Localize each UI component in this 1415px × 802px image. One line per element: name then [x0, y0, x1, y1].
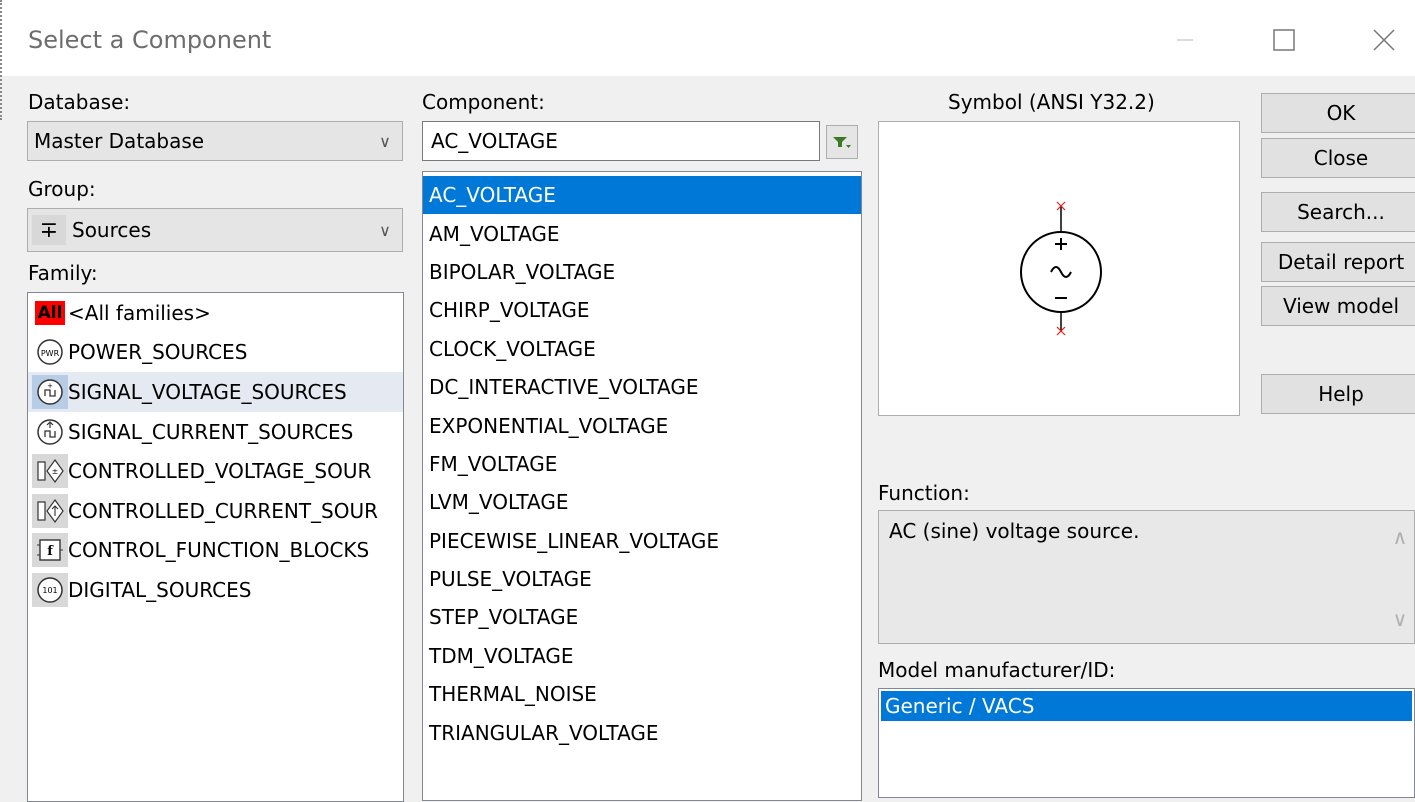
function-label: Function:: [878, 481, 970, 505]
pwr-icon-text: PWR: [41, 349, 60, 358]
function-description: AC (sine) voltage source. ∧ ∨: [878, 510, 1415, 644]
digital-source-icon: 101: [32, 572, 68, 607]
family-item-label: CONTROLLED_CURRENT_SOUR: [68, 498, 379, 523]
component-input-value: AC_VOLTAGE: [431, 129, 558, 153]
list-item[interactable]: ± CONTROLLED_VOLTAGE_SOUR: [28, 451, 403, 491]
family-list[interactable]: All <All families> PWR POWER_SOURCES + S…: [27, 292, 404, 802]
database-select[interactable]: Master Database ∨: [27, 121, 403, 161]
close-button[interactable]: Close: [1261, 138, 1415, 178]
minimize-icon: [1177, 39, 1193, 41]
chevron-down-icon: ∨: [379, 131, 391, 151]
list-item[interactable]: BIPOLAR_VOLTAGE: [423, 253, 861, 291]
view-model-button[interactable]: View model: [1261, 286, 1415, 326]
close-icon: [1373, 29, 1395, 51]
chevron-down-icon: ∨: [379, 220, 391, 240]
list-item[interactable]: AM_VOLTAGE: [423, 214, 861, 252]
title-bar: Select a Component: [0, 0, 1415, 120]
list-item[interactable]: CONTROLLED_CURRENT_SOUR: [28, 491, 403, 531]
search-button[interactable]: Search...: [1261, 192, 1415, 232]
family-item-label: CONTROL_FUNCTION_BLOCKS: [68, 538, 370, 563]
list-item[interactable]: PIECEWISE_LINEAR_VOLTAGE: [423, 522, 861, 560]
list-item[interactable]: THERMAL_NOISE: [423, 675, 861, 713]
list-item[interactable]: + SIGNAL_VOLTAGE_SOURCES: [28, 372, 403, 412]
model-list[interactable]: Generic / VACS: [878, 688, 1415, 798]
function-block-icon: f: [32, 533, 68, 568]
list-item[interactable]: SIGNAL_CURRENT_SOURCES: [28, 412, 403, 452]
family-item-label: DIGITAL_SOURCES: [68, 577, 252, 602]
signal-current-icon: [32, 415, 68, 449]
family-item-label: SIGNAL_CURRENT_SOURCES: [68, 419, 354, 444]
component-input[interactable]: AC_VOLTAGE: [422, 121, 820, 161]
list-item[interactable]: CHIRP_VOLTAGE: [423, 291, 861, 329]
all-families-icon: All: [32, 296, 68, 330]
component-list[interactable]: AC_VOLTAGE AM_VOLTAGE BIPOLAR_VOLTAGE CH…: [422, 171, 862, 801]
list-item[interactable]: AC_VOLTAGE: [423, 176, 861, 215]
list-item[interactable]: TDM_VOLTAGE: [423, 637, 861, 675]
family-label: Family:: [28, 261, 98, 285]
family-item-label: CONTROLLED_VOLTAGE_SOUR: [68, 459, 372, 484]
group-value: Sources: [72, 218, 152, 242]
chevron-up-icon[interactable]: ∧: [1386, 525, 1414, 549]
database-label: Database:: [28, 90, 131, 114]
function-text: AC (sine) voltage source.: [889, 519, 1140, 543]
list-item[interactable]: DC_INTERACTIVE_VOLTAGE: [423, 368, 861, 406]
svg-text:±: ±: [52, 467, 59, 476]
filter-button[interactable]: [826, 125, 858, 159]
list-item[interactable]: EXPONENTIAL_VOLTAGE: [423, 406, 861, 444]
model-label: Model manufacturer/ID:: [878, 658, 1116, 682]
group-label: Group:: [28, 177, 96, 201]
list-item[interactable]: Generic / VACS: [881, 691, 1412, 721]
list-item[interactable]: PULSE_VOLTAGE: [423, 560, 861, 598]
digital-icon-text: 101: [42, 586, 57, 595]
list-item[interactable]: CLOCK_VOLTAGE: [423, 330, 861, 368]
chevron-down-icon[interactable]: ∨: [1386, 607, 1414, 631]
signal-voltage-icon: +: [32, 374, 68, 409]
list-item[interactable]: PWR POWER_SOURCES: [28, 333, 403, 373]
detail-report-button[interactable]: Detail report: [1261, 242, 1415, 282]
scrollbar[interactable]: ∧ ∨: [1386, 511, 1414, 643]
controlled-current-icon: [32, 493, 68, 528]
list-item[interactable]: STEP_VOLTAGE: [423, 598, 861, 636]
controlled-voltage-icon: ±: [32, 454, 68, 489]
list-item[interactable]: FM_VOLTAGE: [423, 445, 861, 483]
maximize-icon: [1273, 29, 1295, 51]
symbol-label: Symbol (ANSI Y32.2): [948, 90, 1155, 114]
ok-button[interactable]: OK: [1261, 93, 1415, 133]
maximize-button[interactable]: [1262, 20, 1306, 60]
list-item[interactable]: LVM_VOLTAGE: [423, 483, 861, 521]
ac-voltage-source-symbol: [1020, 201, 1102, 336]
power-source-icon: PWR: [32, 335, 68, 369]
close-window-button[interactable]: [1362, 20, 1406, 60]
family-item-label: POWER_SOURCES: [68, 340, 248, 365]
list-item[interactable]: All <All families>: [28, 293, 403, 333]
svg-text:+: +: [47, 382, 53, 390]
window-left-edge: [0, 0, 6, 120]
list-item[interactable]: f CONTROL_FUNCTION_BLOCKS: [28, 531, 403, 571]
database-value: Master Database: [34, 129, 205, 153]
minimize-button[interactable]: [1163, 20, 1207, 60]
symbol-preview: [878, 121, 1240, 416]
list-item[interactable]: TRIANGULAR_VOLTAGE: [423, 713, 861, 751]
family-item-label: SIGNAL_VOLTAGE_SOURCES: [68, 379, 347, 404]
plus-minus-icon: ∓: [32, 215, 66, 245]
window-title: Select a Component: [28, 26, 272, 54]
filter-icon: [833, 137, 851, 148]
help-button[interactable]: Help: [1261, 374, 1415, 414]
list-item[interactable]: 101 DIGITAL_SOURCES: [28, 570, 403, 610]
group-select[interactable]: ∓ Sources ∨: [27, 208, 403, 252]
component-label: Component:: [422, 90, 545, 114]
family-item-label: <All families>: [68, 300, 211, 325]
